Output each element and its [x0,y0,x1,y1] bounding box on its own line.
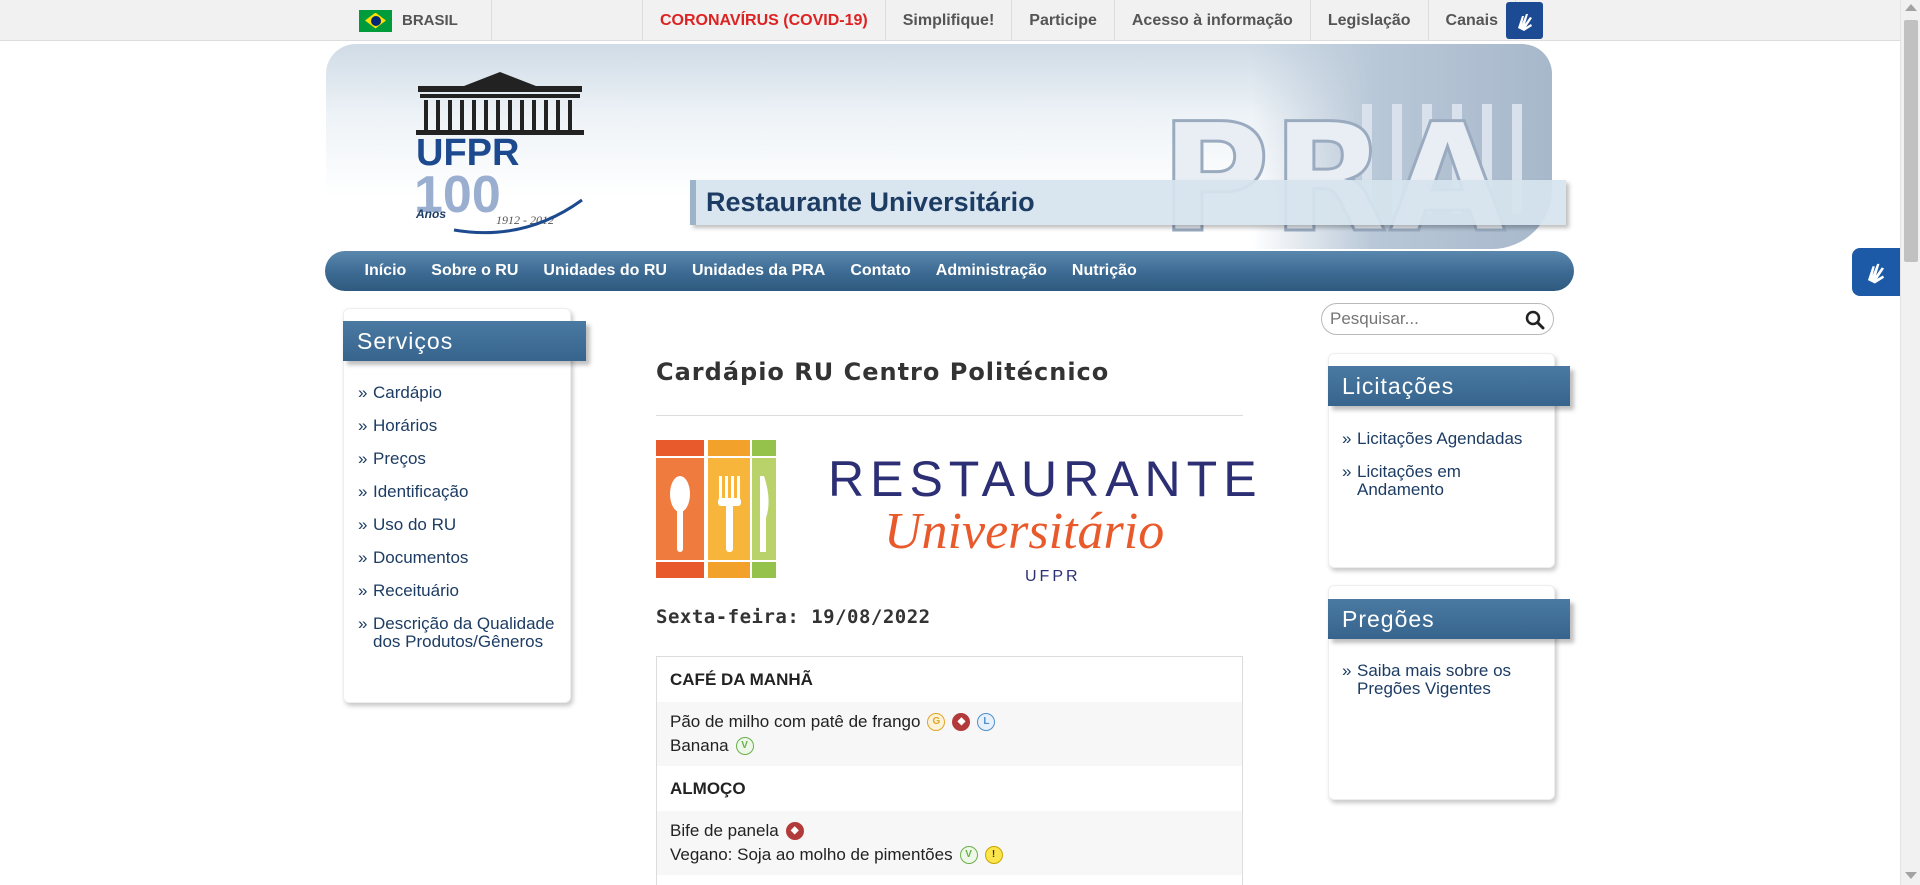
nav-contato[interactable]: Contato [838,262,923,280]
nav-administracao[interactable]: Administração [923,262,1059,280]
servicos-panel-title: Serviços [343,321,586,361]
ru-logo-word-ufpr: UFPR [1025,568,1081,585]
nav-unidades-pra[interactable]: Unidades da PRA [679,262,837,280]
servicos-item-qualidade[interactable]: » Descrição da Qualidade dos Produtos/Gên… [358,615,558,651]
servicos-item-identificacao[interactable]: » Identificação [358,483,558,501]
servicos-item-documentos[interactable]: » Documentos [358,549,558,567]
nav-inicio[interactable]: Início [352,262,419,280]
pra-logo-text: PRA [1159,92,1508,266]
gov-link-acesso-informacao[interactable]: Acesso à informação [1113,0,1310,41]
main-nav: Início Sobre o RU Unidades do RU Unidade… [325,251,1574,291]
menu-item-text: Vegano: Soja ao molho de pimentões [670,845,953,864]
gov-link-legislacao[interactable]: Legislação [1309,0,1428,41]
page-scrollbar[interactable] [1900,0,1920,885]
nav-nutricao[interactable]: Nutrição [1059,262,1149,280]
ru-logo-word-universitario: Universitário [884,503,1165,560]
gov-links: CORONAVÍRUS (COVID-19) Simplifique! Part… [642,0,1516,41]
servicos-list: » Cardápio » Horários » Preços » Identificaç… [358,384,558,666]
menu-item: Pão de milho com patê de frango G ◆ L [670,710,1229,734]
nav-unidades-ru[interactable]: Unidades do RU [531,262,680,280]
animal-origin-icon[interactable]: ◆ [952,713,971,731]
gov-link-simplifique[interactable]: Simplifique! [884,0,1012,41]
nav-sobre-ru[interactable]: Sobre o RU [419,262,531,280]
site-title-bar: Restaurante Universitário [690,180,1566,225]
servicos-item-cardapio[interactable]: » Cardápio [358,384,558,402]
meal-heading-cafe: CAFÉ DA MANHÃ [657,657,1242,702]
animal-origin-icon[interactable]: ◆ [785,822,804,840]
title-divider [656,415,1243,416]
gluten-icon[interactable]: G [927,713,946,731]
servicos-item-horarios[interactable]: » Horários [358,417,558,435]
vegan-icon[interactable]: V [959,846,978,864]
menu-item: Banana V [670,734,1229,758]
licitacoes-list: » Licitações Agendadas » Licitações em And… [1342,430,1547,514]
libras-hands-icon[interactable] [1506,2,1543,39]
gov-link-canais[interactable]: Canais [1427,0,1516,41]
vegan-icon[interactable]: V [735,737,754,755]
meal-body-cafe: Pão de milho com patê de frango G ◆ L Ba… [657,702,1242,766]
alert-icon[interactable]: ! [984,846,1003,864]
menu-item-text: Pão de milho com patê de frango [670,712,921,731]
cutlery-icon [656,440,776,578]
logo-anos-text: Anos [415,207,446,221]
brazil-flag-icon [359,9,392,32]
pregoes-panel-title: Pregões [1328,599,1570,639]
menu-table: CAFÉ DA MANHÃ Pão de milho com patê de f… [656,656,1243,885]
pregoes-item-vigentes[interactable]: » Saiba mais sobre os Pregões Vigentes [1342,662,1547,698]
gov-link-covid[interactable]: CORONAVÍRUS (COVID-19) [642,0,885,41]
gov-link-participe[interactable]: Participe [1011,0,1114,41]
pregoes-list: » Saiba mais sobre os Pregões Vigentes [1342,662,1547,713]
ufpr-100-anos-logo[interactable]: UFPR 100 Anos 1912 - 2012 [414,72,586,236]
search-icon[interactable] [1525,310,1545,330]
menu-item: Vegano: Soja ao molho de pimentões V ! [670,843,1229,867]
menu-item: Bife de panela ◆ [670,819,1229,843]
restaurante-universitario-logo: RESTAURANTE Universitário UFPR [656,440,1257,588]
licitacoes-item-andamento[interactable]: » Licitações em Andamento [1342,463,1547,499]
licitacoes-panel-title: Licitações [1328,366,1570,406]
scroll-down-arrow-icon[interactable] [1905,872,1917,879]
search-box [1321,303,1554,335]
servicos-item-precos[interactable]: » Preços [358,450,558,468]
servicos-item-receituario[interactable]: » Receituário [358,582,558,600]
gov-brasil-label: BRASIL [402,12,458,29]
vlibras-accessibility-icon[interactable] [1852,248,1900,296]
menu-date: Sexta-feira: 19/08/2022 [656,606,931,628]
page-title: Cardápio RU Centro Politécnico [656,358,1110,386]
meal-body-almoco: Bife de panela ◆ Vegano: Soja ao molho d… [657,811,1242,875]
scroll-thumb[interactable] [1904,20,1918,262]
gov-top-bar: BRASIL CORONAVÍRUS (COVID-19) Simplifiqu… [0,0,1900,41]
menu-item-text: Bife de panela [670,821,779,840]
gov-brasil-link[interactable]: BRASIL [359,0,492,41]
ru-logo-word-restaurante: RESTAURANTE [828,451,1263,507]
servicos-item-uso-ru[interactable]: » Uso do RU [358,516,558,534]
search-input[interactable] [1330,309,1520,329]
scroll-up-arrow-icon[interactable] [1905,4,1917,11]
site-title[interactable]: Restaurante Universitário [706,187,1035,218]
lactose-icon[interactable]: L [977,713,996,731]
licitacoes-item-agendadas[interactable]: » Licitações Agendadas [1342,430,1547,448]
menu-item-text: Banana [670,736,729,755]
meal-heading-almoco: ALMOÇO [657,766,1242,811]
